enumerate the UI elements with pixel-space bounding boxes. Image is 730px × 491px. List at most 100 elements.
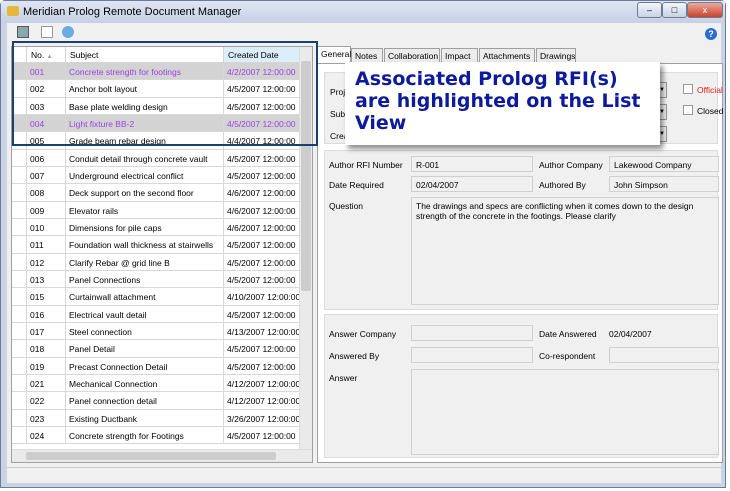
cell-no: 022 — [27, 392, 66, 409]
official-label: Official — [697, 85, 723, 95]
table-row[interactable]: 018 Panel Detail 4/5/2007 12:00:00 — [12, 340, 300, 358]
row-selector — [12, 236, 27, 253]
maximize-button[interactable]: □ — [662, 2, 687, 18]
table-row[interactable]: 007 Underground electrical conflict 4/5/20… — [12, 166, 300, 185]
authored-by-field[interactable]: John Simpson — [609, 176, 719, 192]
refresh-icon[interactable] — [62, 26, 74, 38]
report-icon[interactable] — [41, 26, 53, 38]
row-selector — [12, 340, 27, 357]
answer-company-field[interactable] — [411, 325, 533, 341]
cell-no: 016 — [27, 305, 66, 322]
question-label: Question — [329, 201, 364, 211]
table-row[interactable]: 010 Dimensions for pile caps 4/6/2007 12:0… — [12, 218, 300, 237]
app-icon — [7, 6, 19, 16]
row-selector — [12, 426, 27, 444]
tab-attachments[interactable]: Attachments — [479, 48, 535, 63]
row-selector — [12, 253, 27, 270]
cell-no: 015 — [27, 288, 66, 305]
answer-textarea[interactable] — [411, 369, 719, 455]
table-row[interactable]: 024 Concrete strength for Footings 4/5/200… — [12, 426, 300, 445]
table-row[interactable]: 012 Clarify Rebar @ grid line B 4/5/2007 1… — [12, 253, 300, 271]
table-row[interactable]: 009 Elevator rails 4/6/2007 12:00:00 — [12, 201, 300, 219]
table-row[interactable]: 013 Panel Connections 4/5/2007 12:00:00 — [12, 270, 300, 289]
status-bar — [7, 467, 721, 483]
cell-subject: Elevator rails — [66, 201, 224, 218]
callout-annotation: Associated Prolog RFI(s) are highlighted… — [345, 62, 660, 145]
closed-label: Closed — [697, 106, 724, 116]
cell-subject: Mechanical Connection — [66, 374, 224, 392]
cell-subject: Conduit detail through concrete vault — [66, 149, 224, 166]
cell-created-date: 4/5/2007 12:00:00 — [224, 166, 300, 184]
table-row[interactable]: 017 Steel connection 4/13/2007 12:00:00 — [12, 322, 300, 341]
cell-no: 006 — [27, 149, 66, 166]
cell-subject: Steel connection — [66, 322, 224, 340]
cell-created-date: 4/10/2007 12:00:00 — [224, 288, 300, 305]
table-row[interactable]: 015 Curtainwall attachment 4/10/2007 12:00… — [12, 288, 300, 306]
window-title: Meridian Prolog Remote Document Manager — [23, 6, 242, 18]
author-company-field[interactable]: Lakewood Company — [609, 156, 719, 172]
answer-label: Answer — [329, 373, 358, 383]
cell-subject: Concrete strength for Footings — [66, 426, 224, 444]
table-row[interactable]: 008 Deck support on the second floor 4/6/2… — [12, 184, 300, 202]
question-textarea[interactable]: The drawings and specs are conflicting w… — [411, 197, 719, 305]
tab-impact[interactable]: Impact — [441, 48, 478, 63]
tab-drawings[interactable]: Drawings — [536, 48, 576, 63]
table-row[interactable]: 022 Panel connection detail 4/12/2007 12:0… — [12, 392, 300, 410]
cell-no: 013 — [27, 270, 66, 288]
cell-subject: Foundation wall thickness at stairwells — [66, 236, 224, 253]
table-row[interactable]: 011 Foundation wall thickness at stairwel… — [12, 236, 300, 254]
cell-subject: Panel Connections — [66, 270, 224, 288]
cell-no: 007 — [27, 166, 66, 184]
tab-notes[interactable]: Notes — [351, 48, 383, 63]
save-icon[interactable] — [17, 26, 29, 38]
closed-checkbox[interactable] — [683, 105, 693, 115]
question-group: Author RFI Number R-001 Author Company L… — [324, 150, 719, 310]
cell-subject: Underground electrical conflict — [66, 166, 224, 184]
row-selector — [12, 201, 27, 218]
cell-created-date: 4/5/2007 12:00:00 — [224, 426, 300, 444]
date-required-field[interactable]: 02/04/2007 — [411, 176, 533, 192]
table-row[interactable]: 023 Existing Ductbank 3/26/2007 12:00:00 — [12, 409, 300, 427]
row-selector — [12, 288, 27, 305]
answered-by-label: Answered By — [329, 351, 380, 361]
cell-subject: Panel connection detail — [66, 392, 224, 409]
cell-created-date: 4/5/2007 12:00:00 — [224, 270, 300, 288]
cell-subject: Deck support on the second floor — [66, 184, 224, 201]
row-selector — [12, 270, 27, 288]
row-selector — [12, 357, 27, 374]
date-answered-value: 02/04/2007 — [609, 329, 652, 339]
list-horizontal-scrollbar[interactable] — [12, 449, 312, 462]
cell-subject: Clarify Rebar @ grid line B — [66, 253, 224, 270]
author-rfi-number-label: Author RFI Number — [329, 160, 403, 170]
close-button[interactable]: x — [687, 2, 723, 18]
cell-subject: Electrical vault detail — [66, 305, 224, 322]
corespondent-field[interactable] — [609, 347, 719, 363]
cell-created-date: 4/5/2007 12:00:00 — [224, 305, 300, 322]
author-rfi-number-field[interactable]: R-001 — [411, 156, 533, 172]
row-selector — [12, 409, 27, 426]
tab-collaboration[interactable]: Collaboration — [384, 48, 440, 63]
cell-created-date: 4/6/2007 12:00:00 — [224, 201, 300, 218]
table-row[interactable]: 016 Electrical vault detail 4/5/2007 12:00… — [12, 305, 300, 323]
cell-created-date: 4/12/2007 12:00:00 — [224, 374, 300, 392]
scroll-thumb[interactable] — [26, 452, 276, 460]
cell-created-date: 4/5/2007 12:00:00 — [224, 357, 300, 374]
row-selector — [12, 305, 27, 322]
row-selector — [12, 322, 27, 340]
row-selector — [12, 184, 27, 201]
highlight-frame — [12, 41, 318, 146]
official-checkbox[interactable] — [683, 84, 693, 94]
cell-created-date: 4/12/2007 12:00:00 — [224, 392, 300, 409]
cell-subject: Dimensions for pile caps — [66, 218, 224, 236]
cell-created-date: 4/13/2007 12:00:00 — [224, 322, 300, 340]
table-row[interactable]: 019 Precast Connection Detail 4/5/2007 12:… — [12, 357, 300, 375]
cell-no: 010 — [27, 218, 66, 236]
help-icon[interactable]: ? — [705, 28, 717, 40]
table-row[interactable]: 006 Conduit detail through concrete vault… — [12, 149, 300, 167]
date-required-label: Date Required — [329, 180, 384, 190]
answered-by-field[interactable] — [411, 347, 533, 363]
table-row[interactable]: 021 Mechanical Connection 4/12/2007 12:00:… — [12, 374, 300, 393]
minimize-button[interactable]: – — [637, 2, 662, 18]
corespondent-label: Co-respondent — [539, 351, 596, 361]
cell-created-date: 4/5/2007 12:00:00 — [224, 340, 300, 357]
